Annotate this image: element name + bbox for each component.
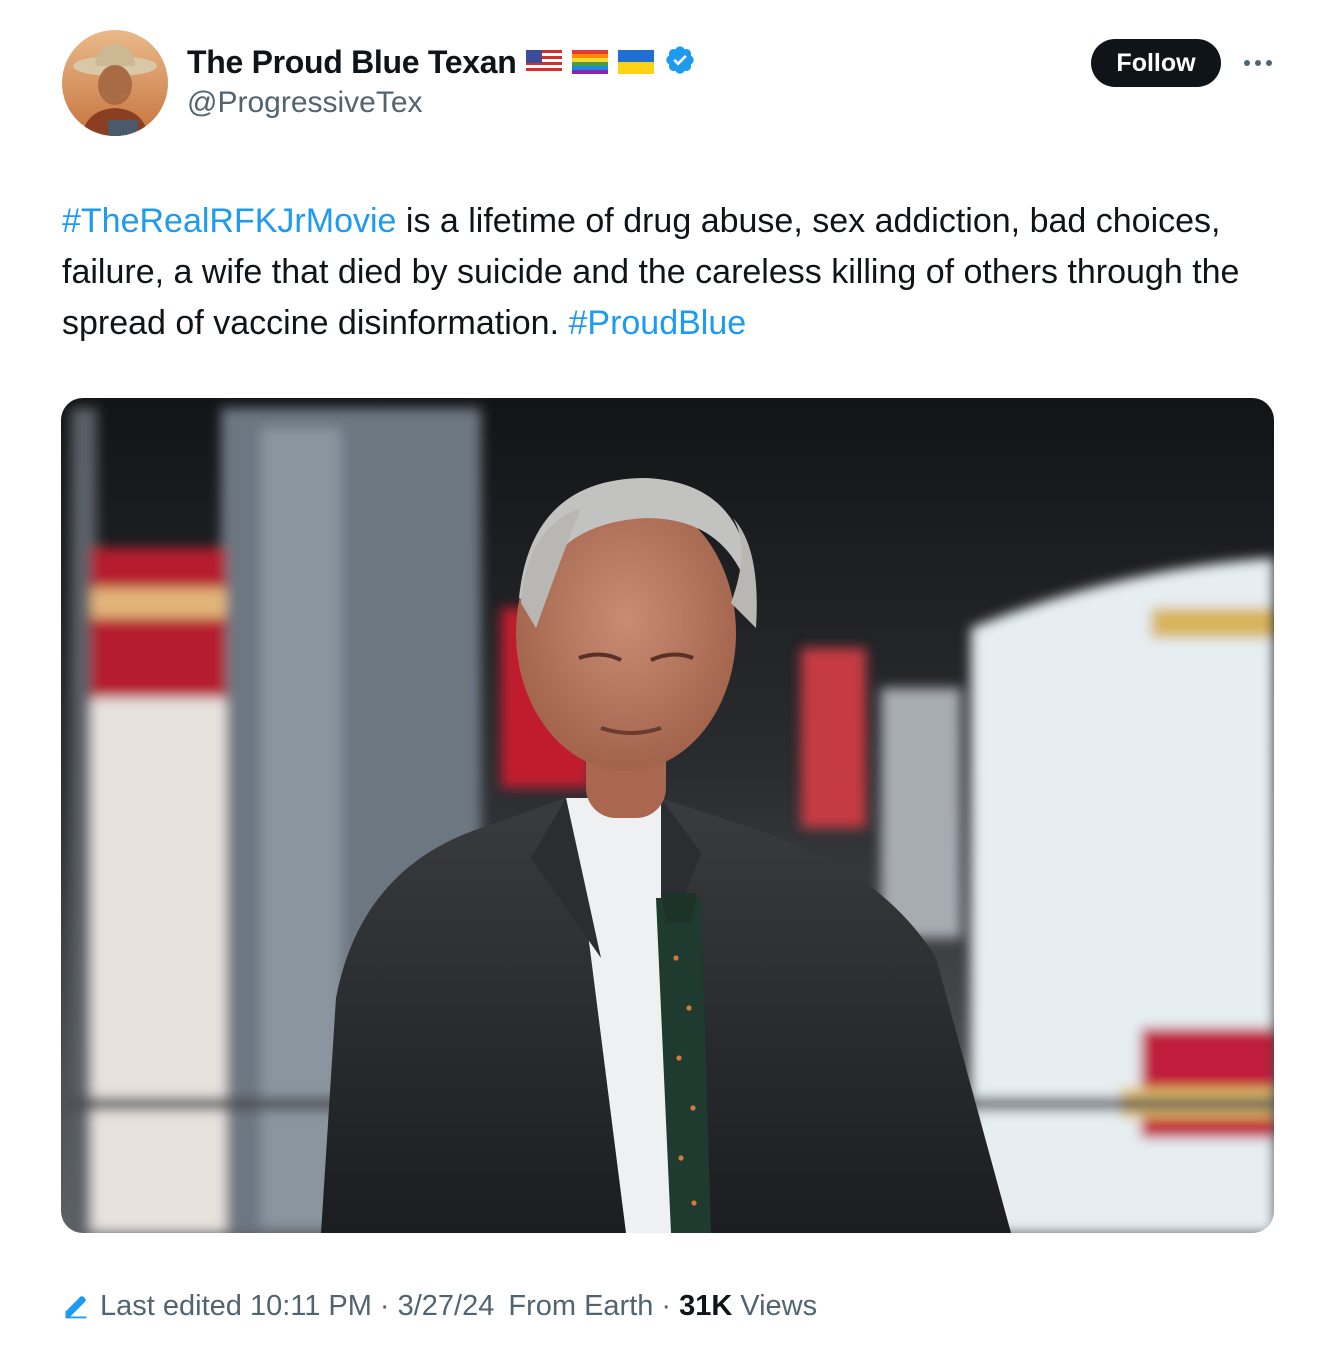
- pencil-icon: [62, 1292, 90, 1320]
- tweet-meta: Last edited 10:11 PM · 3/27/24 From Eart…: [62, 1286, 817, 1326]
- tweet-header: The Proud Blue Texan @ProgressiveTex Fol…: [62, 30, 1282, 140]
- views-label: Views: [740, 1289, 818, 1322]
- author-block: The Proud Blue Texan @ProgressiveTex: [187, 42, 696, 120]
- views-count[interactable]: 31K: [679, 1290, 732, 1323]
- more-options-icon[interactable]: [1240, 48, 1276, 78]
- ukraine-flag-icon: [618, 50, 655, 74]
- verified-badge-icon[interactable]: [664, 44, 696, 81]
- tweet-date[interactable]: 3/27/24: [398, 1290, 495, 1323]
- separator: ·: [661, 1289, 672, 1322]
- display-name[interactable]: The Proud Blue Texan: [187, 44, 517, 81]
- hashtag-link[interactable]: #TheRealRFKJrMovie: [62, 202, 396, 240]
- us-flag-icon: [526, 50, 563, 74]
- separator: ·: [379, 1289, 390, 1322]
- last-edited-link[interactable]: Last edited 10:11 PM: [100, 1290, 372, 1323]
- handle[interactable]: @ProgressiveTex: [187, 86, 696, 120]
- tweet-source: From Earth: [508, 1289, 654, 1322]
- tweet-photo[interactable]: [61, 398, 1274, 1233]
- tweet-text: #TheRealRFKJrMovie is a lifetime of drug…: [62, 196, 1242, 349]
- rainbow-flag-icon: [572, 50, 609, 74]
- name-row: The Proud Blue Texan: [187, 42, 696, 82]
- avatar[interactable]: [62, 30, 168, 136]
- follow-button[interactable]: Follow: [1091, 39, 1221, 87]
- hashtag-link[interactable]: #ProudBlue: [568, 304, 746, 342]
